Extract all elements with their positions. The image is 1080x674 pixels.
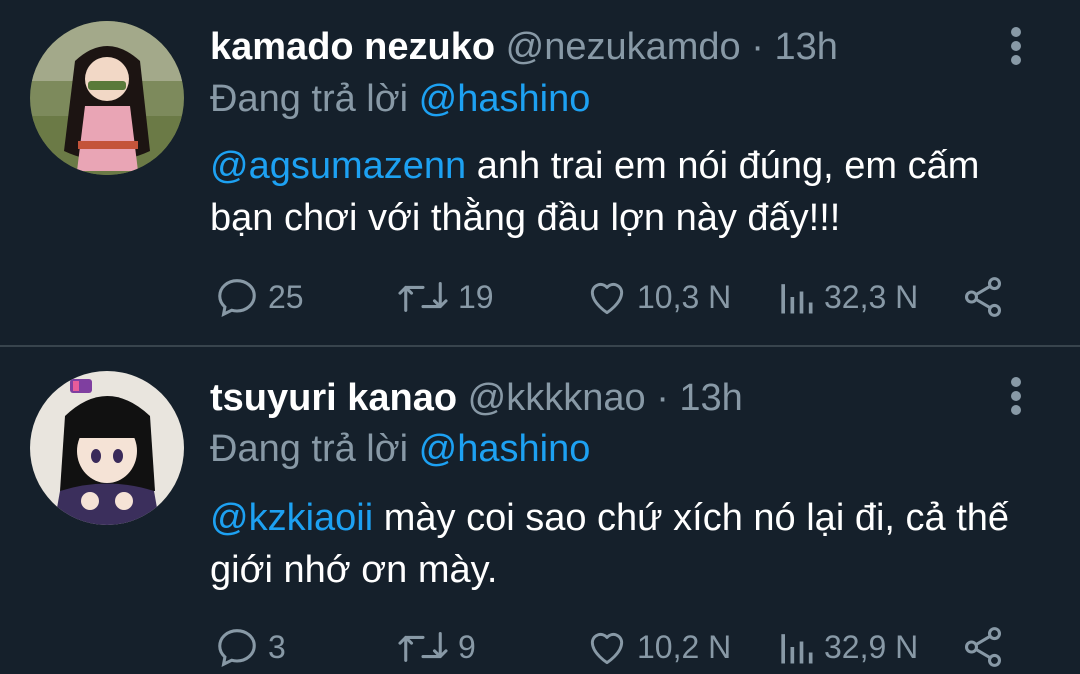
reply-context: Đang trả lời @hashino: [210, 426, 590, 472]
tweet-text: @kzkiaoii mày coi sao chứ xích nó lại đi…: [210, 492, 1010, 596]
share-icon: [964, 627, 1002, 667]
tweet[interactable]: tsuyuri kanao @kkkknao · 13h Đang trả lờ…: [0, 347, 1080, 674]
reply-button[interactable]: 25: [214, 271, 304, 323]
like-count: 10,2 N: [637, 628, 732, 665]
retweet-count: 19: [458, 278, 494, 315]
like-button[interactable]: 10,2 N: [585, 621, 731, 673]
views-button[interactable]: 32,3 N: [776, 271, 918, 323]
display-name[interactable]: kamado nezuko: [210, 26, 495, 68]
reply-context: Đang trả lời @hashino: [210, 76, 590, 122]
display-name[interactable]: tsuyuri kanao: [210, 377, 457, 419]
share-button[interactable]: [960, 271, 1006, 323]
like-icon: [590, 282, 624, 315]
kanao-avatar-image: [30, 371, 184, 525]
views-icon: [781, 284, 813, 314]
retweet-button[interactable]: 19: [396, 271, 494, 323]
retweet-count: 9: [458, 628, 476, 665]
nezuko-avatar-image: [30, 21, 184, 175]
share-button[interactable]: [960, 621, 1006, 673]
separator: ·: [656, 377, 669, 419]
views-count: 32,3 N: [824, 278, 919, 315]
avatar[interactable]: [30, 21, 184, 175]
action-bar: 3 9 10,2 N 32,9 N: [0, 621, 1080, 673]
retweet-button[interactable]: 9: [396, 621, 476, 673]
like-button[interactable]: 10,3 N: [585, 271, 731, 323]
retweet-icon: [398, 632, 448, 662]
action-bar: 25 19 10,3 N 32,3 N: [0, 271, 1080, 323]
reply-icon: [218, 629, 256, 667]
tweet[interactable]: kamado nezuko @nezukamdo · 13h Đang trả …: [0, 0, 1080, 345]
views-count: 32,9 N: [824, 628, 919, 665]
timestamp[interactable]: 13h: [774, 26, 837, 68]
mention-link[interactable]: @kzkiaoii: [210, 497, 373, 539]
separator: ·: [751, 26, 764, 68]
reply-icon: [218, 279, 256, 317]
tweet-text: @agsumazenn anh trai em nói đúng, em cấm…: [210, 140, 1010, 244]
reply-button[interactable]: 3: [214, 621, 286, 673]
tweet-header: tsuyuri kanao @kkkknao · 13h: [210, 375, 743, 421]
handle[interactable]: @kkkknao: [468, 377, 646, 419]
mention-link[interactable]: @agsumazenn: [210, 145, 466, 187]
views-button[interactable]: 32,9 N: [776, 621, 918, 673]
handle[interactable]: @nezukamdo: [506, 26, 741, 68]
reply-count: 25: [268, 278, 304, 315]
avatar[interactable]: [30, 371, 184, 525]
more-icon[interactable]: [1006, 377, 1026, 421]
reply-to-link[interactable]: @hashino: [419, 428, 591, 470]
like-count: 10,3 N: [637, 278, 732, 315]
reply-prefix: Đang trả lời: [210, 428, 409, 470]
retweet-icon: [398, 282, 448, 312]
like-icon: [590, 632, 624, 665]
more-icon[interactable]: [1006, 27, 1026, 71]
timestamp[interactable]: 13h: [679, 377, 742, 419]
reply-count: 3: [268, 628, 286, 665]
reply-to-link[interactable]: @hashino: [419, 78, 591, 120]
reply-prefix: Đang trả lời: [210, 78, 409, 120]
tweet-header: kamado nezuko @nezukamdo · 13h: [210, 24, 838, 70]
views-icon: [781, 634, 813, 664]
share-icon: [964, 277, 1002, 317]
